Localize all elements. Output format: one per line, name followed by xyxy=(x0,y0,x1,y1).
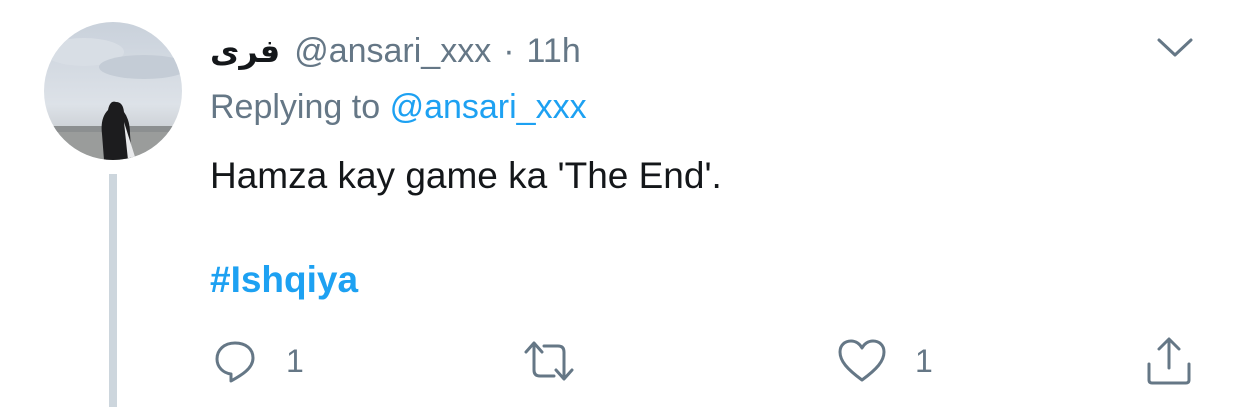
heart-icon xyxy=(838,339,886,382)
avatar-image xyxy=(44,22,182,160)
tweet-time[interactable]: 11h xyxy=(527,32,581,71)
tweet-actions: 1 1 xyxy=(0,335,1242,387)
more-options-button[interactable] xyxy=(1156,36,1194,60)
like-count: 1 xyxy=(915,342,933,379)
like-button[interactable]: 1 xyxy=(837,335,933,387)
reply-count: 1 xyxy=(286,342,304,379)
replying-handle-link[interactable]: @ansari_xxx xyxy=(390,88,587,126)
retweet-button[interactable] xyxy=(522,335,604,387)
hashtag-link[interactable]: #Ishqiya xyxy=(210,259,358,301)
reply-icon xyxy=(215,341,255,383)
share-button[interactable] xyxy=(1145,335,1193,387)
reply-button[interactable]: 1 xyxy=(212,335,304,387)
tweet-header: فری @ansari_xxx · 11h xyxy=(210,28,581,74)
chevron-down-icon xyxy=(1157,38,1193,57)
tweet[interactable]: فری @ansari_xxx · 11h Replying to @ansar… xyxy=(0,0,1242,407)
share-icon xyxy=(1147,337,1191,385)
user-handle[interactable]: @ansari_xxx xyxy=(294,32,491,71)
display-name[interactable]: فری xyxy=(210,32,280,70)
header-separator: · xyxy=(503,31,515,70)
tweet-text: Hamza kay game ka 'The End'. xyxy=(210,155,722,196)
replying-prefix: Replying to xyxy=(210,88,381,126)
avatar[interactable] xyxy=(44,22,182,160)
replying-to: Replying to @ansari_xxx xyxy=(210,88,587,127)
retweet-icon xyxy=(524,341,574,381)
